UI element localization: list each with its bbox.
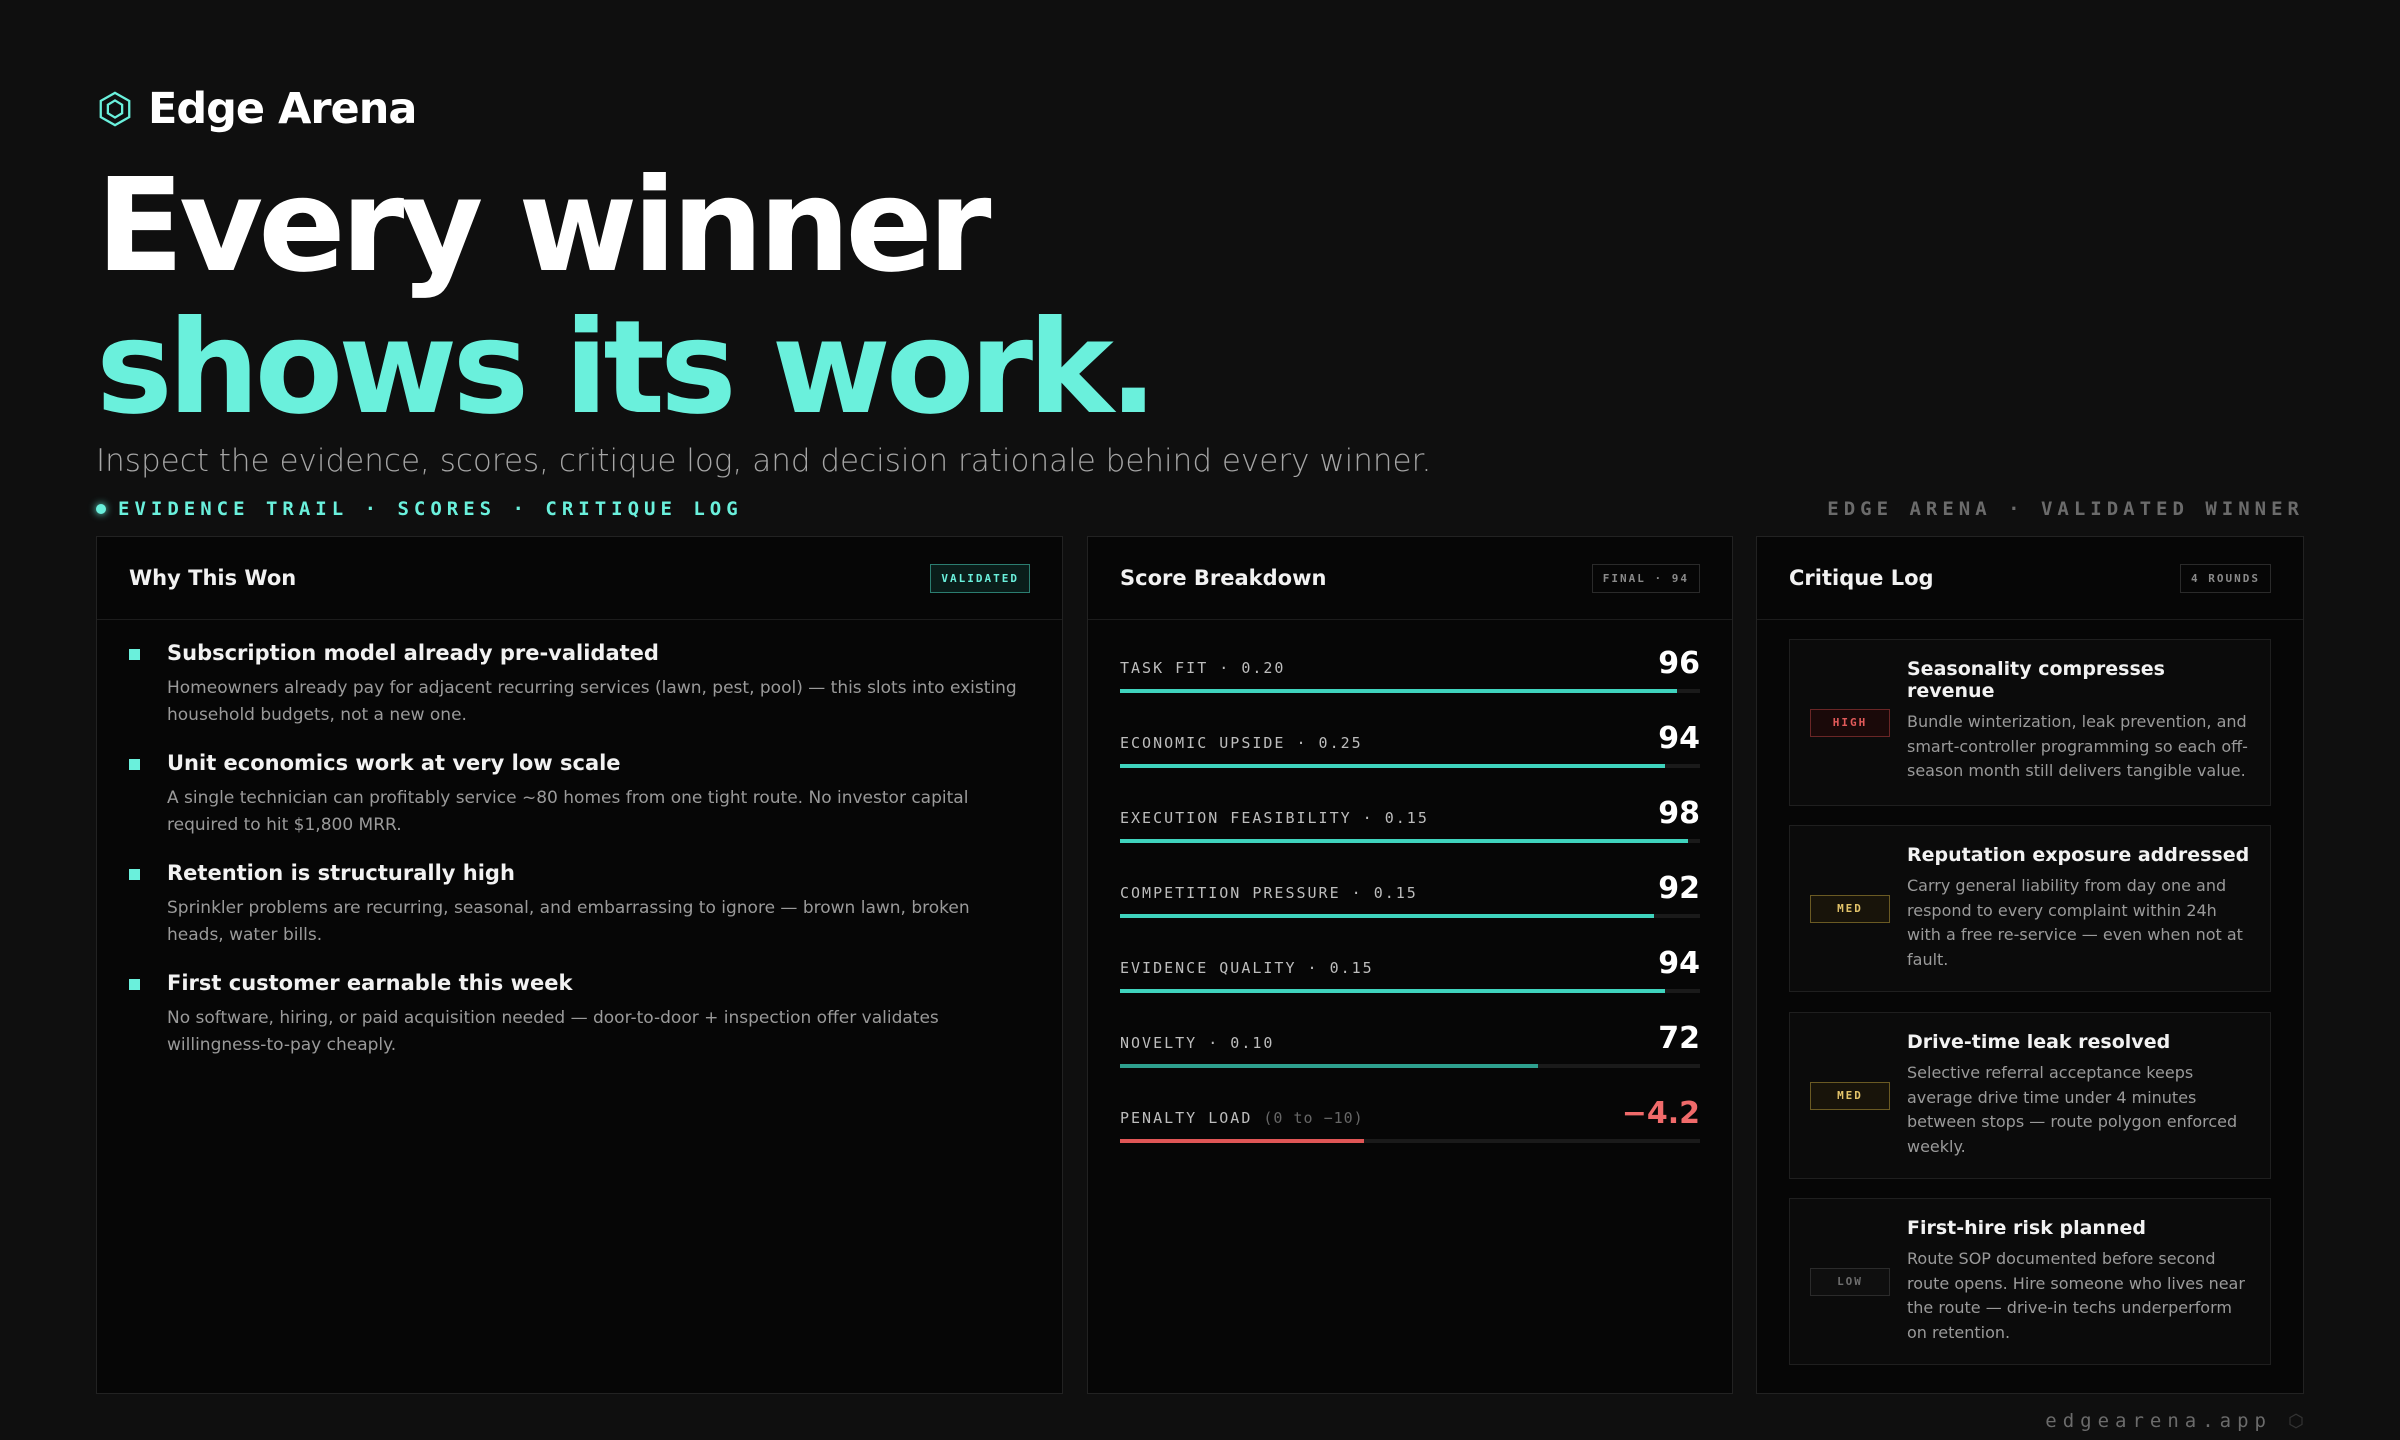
score-row: ECONOMIC UPSIDE · 0.25 94 [1120,720,1700,768]
penalty-label-text: PENALTY LOAD [1120,1109,1253,1127]
score-label: TASK FIT · 0.20 [1120,659,1286,677]
score-value: 98 [1658,796,1700,831]
brand-name: Edge Arena [148,84,417,134]
reason-item: Retention is structurally high Sprinkler… [129,861,1030,949]
score-label: NOVELTY · 0.10 [1120,1034,1275,1052]
panel-header: Score Breakdown FINAL · 94 [1088,537,1732,620]
score-bar-track [1120,1064,1700,1068]
critique-desc: Selective referral acceptance keeps aver… [1907,1063,2238,1156]
score-breakdown-panel: Score Breakdown FINAL · 94 TASK FIT · 0.… [1087,536,1733,1394]
reason-desc: Homeowners already pay for adjacent recu… [167,678,1017,725]
hero-headline-line2: shows its work. [96,293,1158,443]
final-score-badge: FINAL · 94 [1591,563,1700,593]
score-bar-fill [1120,914,1654,918]
kicker-left-text: EVIDENCE TRAIL · SCORES · CRITIQUE LOG [118,498,743,520]
score-value: 94 [1658,721,1700,756]
score-bar-track [1120,839,1700,843]
hexagon-footer-icon [2289,1413,2303,1429]
hexagon-logo-icon [99,91,131,127]
square-bullet-icon [129,869,140,880]
score-row: EXECUTION FEASIBILITY · 0.15 98 [1120,795,1700,843]
score-row: NOVELTY · 0.10 72 [1120,1020,1700,1068]
hero-headline-line1: Every winner [96,151,991,301]
penalty-value: −4.2 [1621,1096,1700,1131]
kicker-left: EVIDENCE TRAIL · SCORES · CRITIQUE LOG [96,498,743,520]
reason-desc: No software, hiring, or paid acquisition… [167,1008,939,1055]
severity-tag-med: MED [1810,894,1890,923]
brand-logo: Edge Arena [96,84,417,134]
reason-desc: Sprinkler problems are recurring, season… [167,898,970,945]
critique-desc: Bundle winterization, leak prevention, a… [1907,712,2248,780]
square-bullet-icon [129,979,140,990]
footer: edgearena.app [2045,1410,2304,1432]
score-value: 94 [1658,946,1700,981]
penalty-bar-fill [1120,1139,1364,1143]
footer-url[interactable]: edgearena.app [2045,1410,2272,1432]
reason-title: First customer earnable this week [167,971,573,995]
score-row: COMPETITION PRESSURE · 0.15 92 [1120,870,1700,918]
kicker-right: EDGE ARENA · VALIDATED WINNER [1827,498,2304,520]
reason-title: Retention is structurally high [167,861,515,885]
panel-title: Critique Log [1789,566,1934,590]
score-value: 92 [1658,871,1700,906]
score-row: EVIDENCE QUALITY · 0.15 94 [1120,945,1700,993]
reason-item: Unit economics work at very low scale A … [129,751,1030,839]
critique-desc: Carry general liability from day one and… [1907,876,2243,969]
critique-item: MED Drive-time leak resolved Selective r… [1789,1012,2271,1179]
reason-item: First customer earnable this week No sof… [129,971,1030,1059]
critique-log-panel: Critique Log 4 ROUNDS HIGH Seasonality c… [1756,536,2304,1394]
reason-desc: A single technician can profitably servi… [167,788,969,835]
score-bar-fill [1120,764,1666,768]
score-bar-fill [1120,689,1677,693]
penalty-bar-track [1120,1139,1700,1143]
why-this-won-panel: Why This Won VALIDATED Subscription mode… [96,536,1063,1394]
critique-title: Seasonality compresses revenue [1907,658,2165,702]
score-bar-fill [1120,839,1689,843]
severity-tag-low: LOW [1810,1267,1890,1296]
score-label: ECONOMIC UPSIDE · 0.25 [1120,734,1363,752]
severity-tag-high: HIGH [1810,708,1890,737]
critique-item: HIGH Seasonality compresses revenue Bund… [1789,639,2271,806]
critique-item: MED Reputation exposure addressed Carry … [1789,825,2271,992]
panel-title: Score Breakdown [1120,566,1327,590]
critique-item: LOW First-hire risk planned Route SOP do… [1789,1198,2271,1365]
score-label: EXECUTION FEASIBILITY · 0.15 [1120,809,1429,827]
score-bar-track [1120,689,1700,693]
penalty-row: PENALTY LOAD (0 to −10) −4.2 [1120,1095,1700,1143]
critique-title: Drive-time leak resolved [1907,1031,2171,1053]
critique-title: First-hire risk planned [1907,1217,2146,1239]
score-value: 96 [1658,646,1700,681]
panel-title: Why This Won [129,566,297,590]
validated-badge: VALIDATED [930,563,1030,593]
panel-header: Critique Log 4 ROUNDS [1757,537,2303,620]
reason-title: Unit economics work at very low scale [167,751,621,775]
severity-tag-med: MED [1810,1081,1890,1110]
score-bar-fill [1120,1064,1538,1068]
square-bullet-icon [129,759,140,770]
score-bar-track [1120,914,1700,918]
hero-subtitle: Inspect the evidence, scores, critique l… [96,443,1432,479]
critique-desc: Route SOP documented before second route… [1907,1249,2245,1342]
square-bullet-icon [129,649,140,660]
score-value: 72 [1658,1021,1700,1056]
reason-title: Subscription model already pre-validated [167,641,659,665]
score-label: EVIDENCE QUALITY · 0.15 [1120,959,1374,977]
penalty-label: PENALTY LOAD (0 to −10) [1120,1109,1364,1127]
penalty-range: (0 to −10) [1263,1109,1364,1127]
score-row: TASK FIT · 0.20 96 [1120,645,1700,693]
score-bar-track [1120,764,1700,768]
score-bar-fill [1120,989,1666,993]
critique-title: Reputation exposure addressed [1907,844,2250,866]
score-bar-track [1120,989,1700,993]
reason-item: Subscription model already pre-validated… [129,641,1030,729]
panel-header: Why This Won VALIDATED [97,537,1062,620]
score-label: COMPETITION PRESSURE · 0.15 [1120,884,1418,902]
status-dot-icon [96,504,106,514]
rounds-badge: 4 ROUNDS [2180,563,2271,593]
